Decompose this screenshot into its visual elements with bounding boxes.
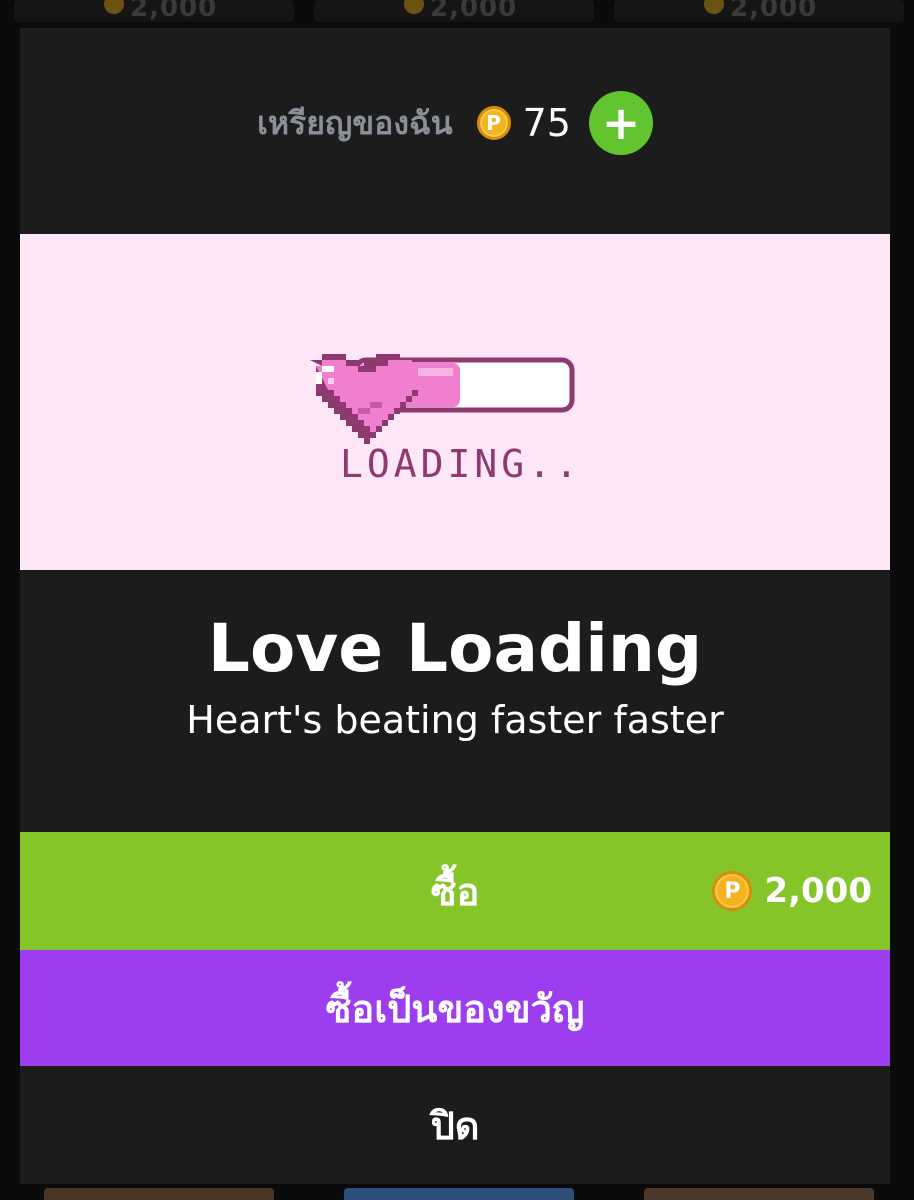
buy-button-label: ซื้อ (430, 869, 480, 914)
background-sticker-tile[interactable]: 2,000 (314, 0, 594, 22)
coin-icon (404, 0, 424, 14)
background-sticker-row: 2,000 2,000 2,000 (0, 0, 914, 22)
background-sticker-tile[interactable]: 2,000 (14, 0, 294, 22)
close-button-label: ปิด (430, 1103, 480, 1148)
coin-icon: P (476, 106, 511, 140)
buy-price: P 2,000 (712, 832, 872, 950)
loading-heart-illustration: LOADING.. (310, 354, 582, 486)
coin-balance: 75 (522, 101, 571, 145)
purchase-modal: เหรียญของฉัน P 75 + LOADING.. Love Loadi… (20, 28, 890, 1184)
gift-button-label: ซื้อเป็นของขวัญ (325, 986, 585, 1031)
add-coins-button[interactable]: + (588, 91, 653, 155)
coin-icon: P (712, 871, 753, 911)
background-sticker-tile[interactable] (344, 1188, 574, 1200)
background-sticker-tile[interactable]: 2,000 (614, 0, 904, 22)
background-price: 2,000 (730, 0, 818, 22)
background-price: 2,000 (130, 0, 218, 22)
heart-icon (310, 354, 418, 444)
sticker-preview-banner: LOADING.. (20, 234, 890, 570)
background-sticker-row-bottom (0, 1188, 914, 1200)
coin-icon (104, 0, 124, 14)
price-value: 2,000 (764, 871, 872, 911)
sticker-title: Love Loading (207, 610, 703, 687)
close-button[interactable]: ปิด (20, 1066, 890, 1184)
buy-button[interactable]: ซื้อ P 2,000 (20, 832, 890, 950)
background-sticker-tile[interactable] (44, 1188, 274, 1200)
sticker-subtitle: Heart's beating faster faster (186, 698, 724, 742)
wallet-label: เหรียญของฉัน (257, 103, 453, 142)
wallet-bar: เหรียญของฉัน P 75 + (20, 88, 890, 158)
coin-icon (704, 0, 724, 14)
loading-text: LOADING.. (340, 442, 582, 486)
background-price: 2,000 (430, 0, 518, 22)
background-sticker-tile[interactable] (644, 1188, 874, 1200)
buy-as-gift-button[interactable]: ซื้อเป็นของขวัญ (20, 950, 890, 1066)
